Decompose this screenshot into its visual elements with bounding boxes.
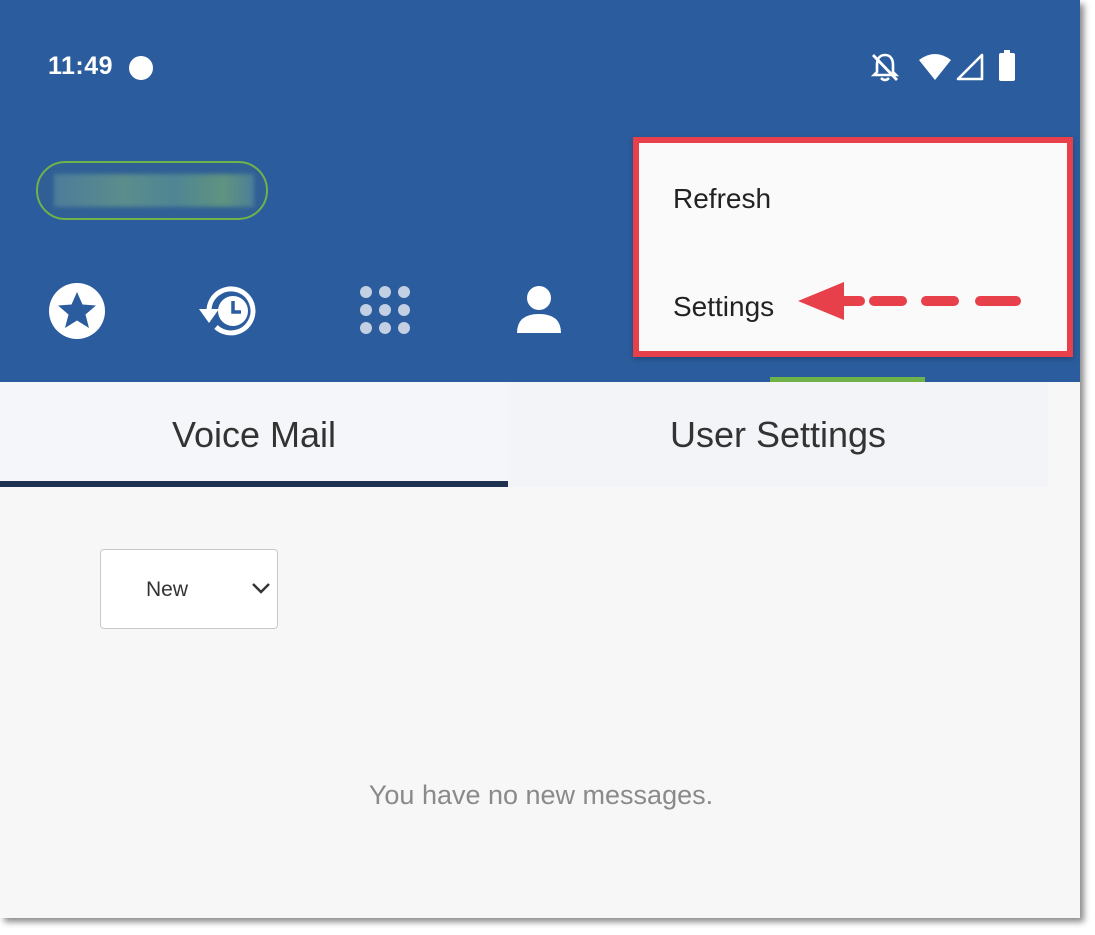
menu-item-refresh[interactable]: Refresh xyxy=(673,183,771,215)
filter-selected-value: New xyxy=(146,578,189,601)
message-filter-select[interactable]: New xyxy=(100,549,278,629)
favorites-star-icon[interactable] xyxy=(48,282,106,340)
tab-bar: Voice Mail User Settings xyxy=(0,382,1080,487)
active-tab-underline xyxy=(0,481,508,487)
account-selector[interactable] xyxy=(36,161,268,220)
redacted-account-name xyxy=(54,174,254,207)
dialpad-icon[interactable] xyxy=(359,285,411,335)
phone-screen: 11:49 Voice Mail User Settings New You h… xyxy=(0,0,1080,918)
tab-user-settings[interactable]: User Settings xyxy=(508,382,1048,487)
record-dot-icon xyxy=(129,56,153,80)
annotation-arrow-icon xyxy=(798,282,1021,320)
tab-voice-mail-label: Voice Mail xyxy=(171,413,337,455)
signal-icon xyxy=(956,53,984,81)
history-icon[interactable] xyxy=(197,283,263,339)
tab-voice-mail[interactable]: Voice Mail xyxy=(0,382,508,487)
battery-icon xyxy=(999,50,1015,81)
menu-item-settings[interactable]: Settings xyxy=(673,291,774,323)
empty-messages-text: You have no new messages. xyxy=(368,780,714,810)
contacts-icon[interactable] xyxy=(516,285,562,335)
notifications-off-icon xyxy=(870,53,900,82)
status-time: 11:49 xyxy=(48,52,114,80)
wifi-icon xyxy=(919,54,951,80)
chevron-down-icon xyxy=(252,583,270,594)
tab-user-settings-label: User Settings xyxy=(669,413,887,455)
